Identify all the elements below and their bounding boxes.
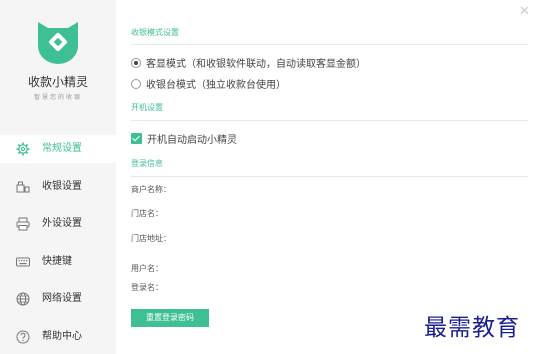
gear-icon [16, 142, 30, 156]
merchant-name-label: 商户名称： [131, 185, 171, 194]
globe-icon [16, 292, 30, 306]
register-icon [16, 181, 30, 193]
username-label: 用户名： [131, 264, 163, 273]
radio-label: 客显模式（和收银软件联动，自动读取客显金额） [146, 59, 366, 70]
keyboard-icon [16, 257, 30, 267]
sidebar-item-label: 收银设置 [42, 181, 82, 192]
sidebar-item-shortcut[interactable]: 快捷键 [0, 248, 116, 276]
radio-display-mode[interactable]: 客显模式（和收银软件联动，自动读取客显金额） [131, 55, 366, 70]
app-logo-icon [38, 22, 78, 64]
printer-icon [16, 217, 30, 231]
login-name-label: 登录名： [131, 283, 163, 292]
store-address-label: 门店地址： [131, 234, 171, 243]
radio-button[interactable] [131, 78, 141, 89]
sidebar-item-peripheral[interactable]: 外设设置 [0, 210, 116, 238]
sidebar-item-label: 常规设置 [42, 143, 82, 154]
app-slogan: 智慧您的收银 [33, 94, 82, 101]
sidebar-item-label: 帮助中心 [42, 331, 82, 342]
section-title-login: 登录信息 [131, 159, 163, 168]
store-name-label: 门店名： [131, 209, 163, 218]
autostart-checkbox-row[interactable]: 开机自动启动小精灵 [131, 131, 237, 146]
reset-password-button[interactable]: 重置登录密码 [131, 309, 209, 327]
app-name: 收款小精灵 [27, 75, 88, 89]
radio-counter-mode[interactable]: 收银台模式（独立收款台使用） [131, 76, 286, 91]
help-icon [16, 330, 30, 344]
checkbox[interactable] [131, 133, 142, 144]
sidebar-item-help[interactable]: 帮助中心 [0, 323, 116, 351]
sidebar-item-register[interactable]: 收银设置 [0, 173, 116, 201]
divider [131, 176, 528, 177]
sidebar-item-network[interactable]: 网络设置 [0, 285, 116, 313]
sidebar-item-label: 外设设置 [42, 218, 82, 229]
radio-label: 收银台模式（独立收款台使用） [146, 80, 286, 91]
sidebar-item-label: 快捷键 [42, 256, 72, 267]
radio-button[interactable] [131, 57, 141, 68]
section-title-mode: 收银模式设置 [131, 28, 179, 37]
section-title-startup: 开机设置 [131, 103, 163, 112]
watermark-text: 最需教育 [424, 315, 520, 341]
checkbox-label: 开机自动启动小精灵 [147, 135, 237, 146]
sidebar-item-label: 网络设置 [42, 293, 82, 304]
divider [131, 120, 528, 121]
divider [131, 44, 528, 45]
sidebar-item-general[interactable]: 常规设置 [0, 135, 116, 163]
close-icon[interactable]: ✕ [519, 5, 530, 19]
sidebar: 收款小精灵 智慧您的收银 常规设置 收银设置 外设设置 快捷键 网络设置 帮助中… [0, 0, 116, 354]
